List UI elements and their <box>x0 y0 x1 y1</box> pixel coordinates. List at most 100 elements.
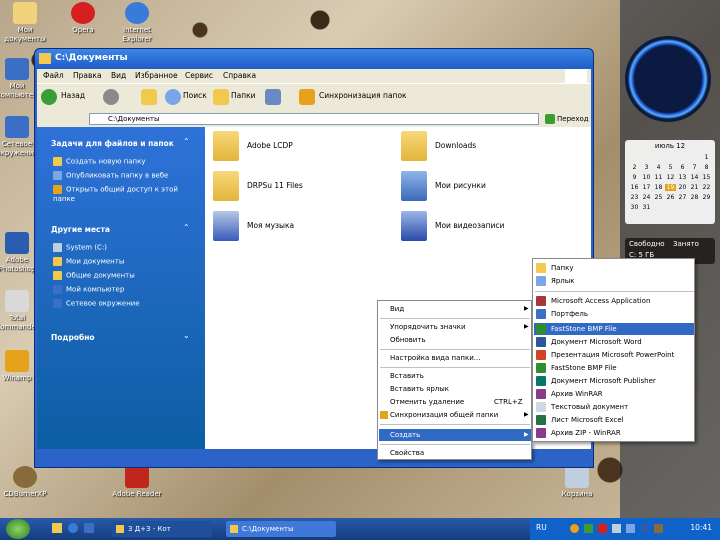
calendar-day[interactable]: 17 <box>641 184 652 191</box>
calendar-day[interactable]: 22 <box>701 184 712 191</box>
collapse-chevron-icon[interactable]: ⌃ <box>183 223 190 232</box>
expand-chevron-icon[interactable]: ⌄ <box>183 331 190 340</box>
calendar-day[interactable]: 21 <box>689 184 700 191</box>
folders-button[interactable]: Папки <box>231 91 256 100</box>
calendar-day[interactable]: 26 <box>665 194 676 201</box>
submenu-item[interactable]: FastStone BMP File <box>551 325 617 333</box>
back-arrow-icon[interactable] <box>41 89 57 105</box>
views-icon[interactable] <box>265 89 281 105</box>
network-tray-icon[interactable] <box>626 524 635 533</box>
quick-launch-desktop-icon[interactable] <box>84 523 94 533</box>
menu-item-view[interactable]: Вид <box>390 305 404 313</box>
place-my-computer[interactable]: Мой компьютер <box>53 285 193 295</box>
submenu-item[interactable]: FastStone BMP File <box>551 364 617 372</box>
calendar-day[interactable]: 27 <box>677 194 688 201</box>
menu-item-arrange[interactable]: Упорядочить значки <box>390 323 466 331</box>
calendar-day[interactable]: 10 <box>641 174 652 181</box>
submenu-item[interactable]: Портфель <box>551 310 588 318</box>
calendar-day[interactable]: 16 <box>629 184 640 191</box>
menu-help[interactable]: Справка <box>223 71 256 80</box>
taskbar-item-active[interactable]: C:\Документы <box>226 521 336 537</box>
up-folder-icon[interactable] <box>141 89 157 105</box>
calendar-day[interactable]: 6 <box>677 164 688 171</box>
menu-item-sync[interactable]: Синхронизация общей папки <box>390 411 498 419</box>
task-publish-web[interactable]: Опубликовать папку в вебе <box>53 171 193 181</box>
tray-icon[interactable] <box>584 524 593 533</box>
place-network[interactable]: Сетевое окружение <box>53 299 193 309</box>
calendar-gadget[interactable]: июль 12 1 2 3 4 5 6 7 8 9 10 11 12 13 14 15 16 17 18 19 20 2… <box>625 140 715 224</box>
place-system-c[interactable]: System (C:) <box>53 243 193 253</box>
submenu-item[interactable]: Документ Microsoft Word <box>551 338 642 346</box>
calendar-day[interactable]: 30 <box>629 204 640 211</box>
menu-item-folder-settings[interactable]: Настройка вида папки... <box>390 354 480 362</box>
submenu-item[interactable]: Текстовый документ <box>551 403 628 411</box>
calendar-day[interactable]: 15 <box>701 174 712 181</box>
calendar-day[interactable]: 20 <box>677 184 688 191</box>
calendar-day[interactable]: 24 <box>641 194 652 201</box>
calendar-day[interactable]: 5 <box>665 164 676 171</box>
menu-favorites[interactable]: Избранное <box>135 71 178 80</box>
start-button[interactable] <box>6 519 30 539</box>
calendar-day[interactable]: 1 <box>701 154 712 161</box>
calendar-day[interactable]: 8 <box>701 164 712 171</box>
menu-view[interactable]: Вид <box>111 71 126 80</box>
menu-tools[interactable]: Сервис <box>185 71 213 80</box>
calendar-day[interactable]: 7 <box>689 164 700 171</box>
language-indicator[interactable]: RU <box>536 523 547 532</box>
calendar-day[interactable]: 29 <box>701 194 712 201</box>
desktop-icon-adobe-reader[interactable]: Adobe Reader <box>112 466 162 499</box>
clock-gadget[interactable] <box>625 36 711 122</box>
calendar-day[interactable]: 3 <box>641 164 652 171</box>
calendar-day[interactable]: 11 <box>653 174 664 181</box>
menu-file[interactable]: Файл <box>43 71 64 80</box>
calendar-day[interactable]: 13 <box>677 174 688 181</box>
submenu-item[interactable]: Лист Microsoft Excel <box>551 416 624 424</box>
desktop-icon-recycle-bin[interactable]: Корзина <box>552 466 602 499</box>
calendar-day[interactable]: 25 <box>653 194 664 201</box>
menu-item-refresh[interactable]: Обновить <box>390 336 426 344</box>
tray-icon[interactable] <box>654 524 663 533</box>
tray-icon[interactable] <box>598 524 607 533</box>
tray-icon[interactable] <box>640 524 649 533</box>
menu-item-paste[interactable]: Вставить <box>390 372 424 380</box>
calendar-day[interactable]: 14 <box>689 174 700 181</box>
place-shared-documents[interactable]: Общие документы <box>53 271 193 281</box>
calendar-day[interactable]: 18 <box>653 184 664 191</box>
calendar-day[interactable]: 12 <box>665 174 676 181</box>
go-button[interactable]: Переход <box>543 113 591 125</box>
volume-icon[interactable] <box>612 524 621 533</box>
desktop-icon-ie[interactable]: Internet Explorer <box>112 2 162 44</box>
tray-icon[interactable] <box>570 524 579 533</box>
task-share-folder[interactable]: Открыть общий доступ к этой папке <box>53 185 193 204</box>
submenu-item[interactable]: Документ Microsoft Publisher <box>551 377 656 385</box>
calendar-day[interactable]: 31 <box>641 204 652 211</box>
submenu-item[interactable]: Презентация Microsoft PowerPoint <box>551 351 674 359</box>
taskbar-item[interactable]: 3 Д+3 - Кот <box>112 521 212 537</box>
menu-item-properties[interactable]: Свойства <box>390 449 424 457</box>
calendar-day[interactable]: 2 <box>629 164 640 171</box>
back-button[interactable]: Назад <box>61 91 85 100</box>
collapse-chevron-icon[interactable]: ⌃ <box>183 137 190 146</box>
calendar-day[interactable]: 4 <box>653 164 664 171</box>
submenu-item[interactable]: Ярлык <box>551 277 575 285</box>
sync-button[interactable]: Синхронизация папок <box>319 91 407 100</box>
task-new-folder[interactable]: Создать новую папку <box>53 157 193 167</box>
forward-arrow-icon[interactable] <box>103 89 119 105</box>
calendar-today[interactable]: 19 <box>665 184 676 191</box>
submenu-item[interactable]: Архив ZIP - WinRAR <box>551 429 621 437</box>
desktop-icon-opera[interactable]: Opera <box>58 2 108 35</box>
menu-edit[interactable]: Правка <box>73 71 102 80</box>
desktop-icon-cdburner[interactable]: CDBurnerXP <box>0 466 50 499</box>
search-button[interactable]: Поиск <box>183 91 207 100</box>
submenu-item[interactable]: Папку <box>551 264 574 272</box>
submenu-item[interactable]: Архив WinRAR <box>551 390 603 398</box>
place-my-documents[interactable]: Мои документы <box>53 257 193 267</box>
calendar-day[interactable]: 9 <box>629 174 640 181</box>
quick-launch-folder-icon[interactable] <box>52 523 62 533</box>
quick-launch-ie-icon[interactable] <box>68 523 78 533</box>
menu-item-create[interactable]: Создать <box>390 431 420 439</box>
calendar-day[interactable]: 23 <box>629 194 640 201</box>
menu-item-undo-delete[interactable]: Отменить удаление <box>390 398 464 406</box>
desktop-icon-my-documents[interactable]: Мои документы <box>0 2 50 44</box>
menu-item-paste-shortcut[interactable]: Вставить ярлык <box>390 385 449 393</box>
